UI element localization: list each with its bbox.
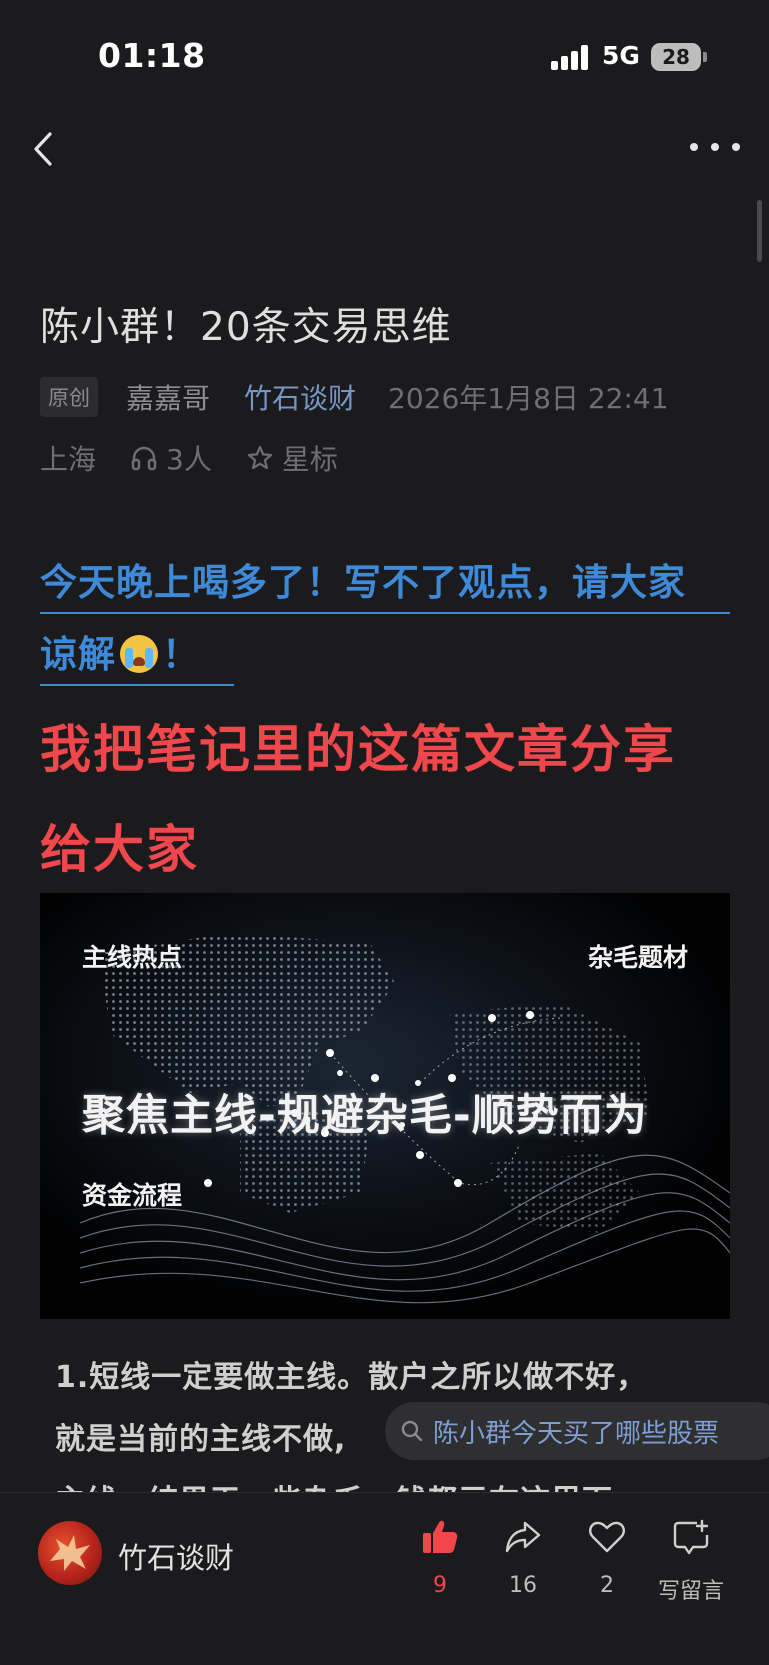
more-dot <box>690 143 698 151</box>
author-name: 嘉嘉哥 <box>126 382 211 415</box>
headline-red-line1: 我把笔记里的这篇文章分享 <box>40 721 677 780</box>
like-count: 9 <box>433 1573 447 1598</box>
article-title: 陈小群！20条交易思维 <box>40 305 452 350</box>
star-button[interactable]: 星标 <box>246 438 338 478</box>
account-avatar[interactable] <box>38 1521 102 1585</box>
bottom-action-bar: 竹石谈财 9 16 2 写留言 <box>0 1492 769 1665</box>
more-dot <box>732 143 740 151</box>
crying-emoji-icon <box>120 635 158 673</box>
related-search-text: 陈小群今天买了哪些股票 <box>433 1418 720 1449</box>
related-search-chip[interactable]: 陈小群今天买了哪些股票 <box>385 1402 769 1460</box>
account-name[interactable]: 竹石谈财 <box>118 1535 234 1577</box>
article-image[interactable]: 主线热点 杂毛题材 聚焦主线-规避杂毛-顺势而为 资金流程 <box>40 893 730 1319</box>
heart-icon <box>589 1521 625 1553</box>
share-count: 16 <box>509 1573 537 1598</box>
search-icon <box>401 1420 423 1442</box>
more-dot <box>711 143 719 151</box>
more-button[interactable] <box>690 132 740 162</box>
publish-date: 2026年1月8日 22:41 <box>388 382 669 415</box>
battery-icon: 28 <box>651 43 701 71</box>
scroll-indicator <box>757 200 762 262</box>
back-button[interactable] <box>26 126 66 172</box>
star-icon <box>247 445 272 470</box>
thumbs-up-icon <box>423 1520 458 1553</box>
network-type: 5G <box>602 41 640 70</box>
image-main-text: 聚焦主线-规避杂毛-顺势而为 <box>82 1091 648 1141</box>
image-label-main-hotspot: 主线热点 <box>82 943 183 972</box>
write-comment-button[interactable]: 写留言 <box>646 1515 736 1605</box>
favorite-button[interactable]: 2 <box>562 1515 652 1598</box>
original-badge: 原创 <box>40 377 98 417</box>
favorite-count: 2 <box>600 1573 614 1598</box>
status-time: 01:18 <box>98 36 206 75</box>
headline-blue-text: 谅解 <box>40 633 116 676</box>
account-link[interactable]: 竹石谈财 <box>244 377 356 417</box>
share-button[interactable]: 16 <box>478 1515 568 1598</box>
location: 上海 <box>40 438 96 478</box>
article-meta: 原创 嘉嘉哥 竹石谈财 2026年1月8日 22:41 <box>40 377 669 417</box>
battery-cap <box>703 52 707 62</box>
comment-plus-icon <box>673 1519 709 1555</box>
image-label-capital-flow: 资金流程 <box>82 1181 183 1210</box>
listeners-count: 3人 <box>166 443 212 476</box>
headline-red-line2: 给大家 <box>40 821 200 880</box>
headline-blue-line2: 谅解 ！ <box>40 624 234 686</box>
headline-blue-line1: 今天晚上喝多了！写不了观点，请大家 <box>40 552 730 614</box>
listeners-button[interactable]: 3人 <box>130 438 212 478</box>
paragraph-line: 就是当前的主线不做, <box>55 1422 347 1457</box>
article-screen: 01:18 5G 28 陈小群！20条交易思维 原创 嘉嘉哥 竹石谈财 2026… <box>0 0 769 1665</box>
signal-icon <box>551 44 591 70</box>
article-meta-secondary: 上海 3人 星标 <box>40 438 372 478</box>
write-comment-label: 写留言 <box>657 1579 724 1604</box>
share-arrow-icon <box>505 1521 541 1553</box>
like-button[interactable]: 9 <box>395 1515 485 1598</box>
headphones-icon <box>131 446 157 471</box>
headline-blue-punct: ！ <box>162 633 200 676</box>
star-label: 星标 <box>281 443 338 476</box>
chevron-left-icon <box>34 132 52 166</box>
location-text: 上海 <box>40 443 97 476</box>
image-label-misc-theme: 杂毛题材 <box>587 943 688 972</box>
paragraph-line: 1.短线一定要做主线。散户之所以做不好， <box>55 1360 648 1395</box>
eagle-logo-icon <box>50 1535 90 1571</box>
status-bar: 01:18 5G 28 <box>0 0 769 110</box>
